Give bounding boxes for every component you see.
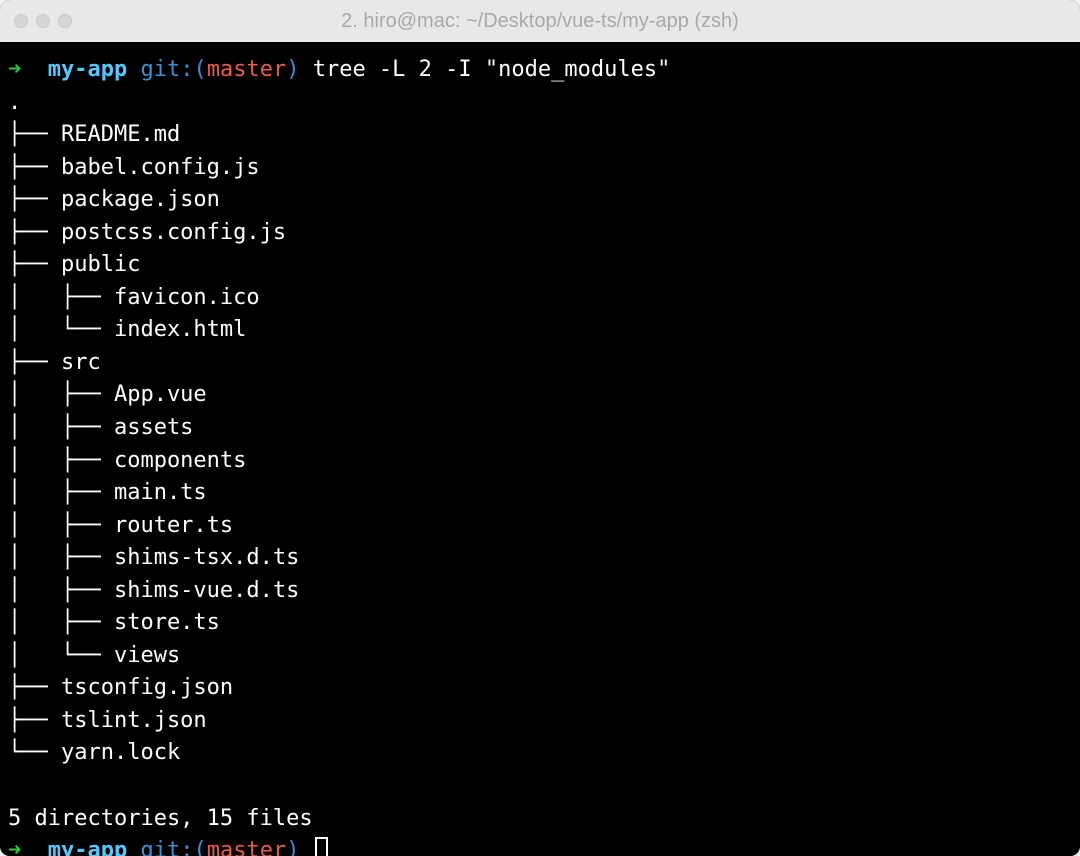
tree-line: │ ├── favicon.ico (8, 285, 260, 310)
prompt-paren-close: ) (286, 838, 299, 856)
tree-line: │ ├── store.ts (8, 610, 220, 635)
cursor (315, 837, 328, 856)
tree-line: ├── postcss.config.js (8, 220, 286, 245)
prompt-git-label: git: (140, 57, 193, 82)
tree-line: │ ├── assets (8, 415, 193, 440)
prompt-directory: my-app (48, 57, 127, 82)
tree-line: │ ├── App.vue (8, 382, 207, 407)
titlebar: 2. hiro@mac: ~/Desktop/vue-ts/my-app (zs… (0, 0, 1080, 42)
prompt-arrow-icon: ➜ (8, 838, 21, 856)
close-button[interactable] (14, 14, 28, 28)
tree-line: ├── tsconfig.json (8, 675, 233, 700)
tree-line: ├── tslint.json (8, 708, 207, 733)
tree-line: ├── README.md (8, 122, 180, 147)
zoom-button[interactable] (58, 14, 72, 28)
tree-root: . (8, 90, 21, 115)
tree-line: │ └── index.html (8, 317, 246, 342)
tree-summary: 5 directories, 15 files (8, 806, 313, 831)
tree-line: ├── babel.config.js (8, 155, 260, 180)
tree-line: │ ├── shims-vue.d.ts (8, 578, 299, 603)
terminal-content[interactable]: ➜ my-app git:(master) tree -L 2 -I "node… (0, 42, 1080, 856)
tree-line: ├── src (8, 350, 101, 375)
command-text: tree -L 2 -I "node_modules" (313, 57, 671, 82)
prompt-paren-open: ( (193, 838, 206, 856)
prompt-branch: master (207, 838, 286, 856)
prompt-arrow-icon: ➜ (8, 57, 21, 82)
tree-line: │ ├── components (8, 448, 246, 473)
tree-line: │ ├── shims-tsx.d.ts (8, 545, 299, 570)
tree-line: │ ├── main.ts (8, 480, 207, 505)
window-title: 2. hiro@mac: ~/Desktop/vue-ts/my-app (zs… (14, 10, 1066, 33)
tree-line: ├── public (8, 252, 140, 277)
tree-line: │ ├── router.ts (8, 513, 233, 538)
prompt-branch: master (207, 57, 286, 82)
prompt-paren-open: ( (193, 57, 206, 82)
tree-line: │ └── views (8, 643, 180, 668)
tree-line: └── yarn.lock (8, 740, 180, 765)
terminal-window: 2. hiro@mac: ~/Desktop/vue-ts/my-app (zs… (0, 0, 1080, 856)
prompt-git-label: git: (140, 838, 193, 856)
traffic-lights (14, 14, 72, 28)
minimize-button[interactable] (36, 14, 50, 28)
prompt-directory: my-app (48, 838, 127, 856)
tree-line: ├── package.json (8, 187, 220, 212)
prompt-paren-close: ) (286, 57, 299, 82)
